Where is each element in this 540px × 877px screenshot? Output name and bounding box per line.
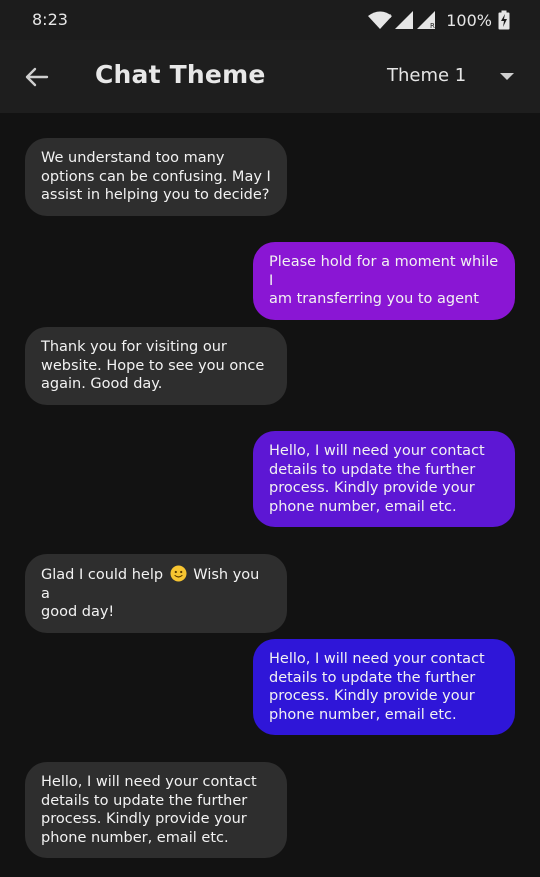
signal-roaming-icon: R	[416, 10, 438, 30]
battery-percent: 100%	[446, 10, 492, 30]
svg-text:R: R	[430, 22, 435, 30]
message-bubble-incoming: Thank you for visiting our website. Hope…	[25, 327, 287, 405]
message-bubble-outgoing: Hello, I will need your contact details …	[253, 639, 515, 735]
theme-dropdown-value: Theme 1	[387, 65, 467, 86]
page-title: Chat Theme	[95, 60, 266, 89]
dropdown-caret-icon	[500, 73, 514, 80]
wifi-icon: x	[366, 10, 394, 30]
app-bar: Chat Theme Theme 1	[0, 40, 540, 113]
message-bubble-outgoing: Please hold for a moment while I am tran…	[253, 242, 515, 320]
message-text: Glad I could help	[41, 567, 168, 583]
status-icons: x R 100%	[366, 8, 510, 32]
message-bubble-incoming: Glad I could help Wish you a good day!	[25, 554, 287, 633]
battery-charging-icon	[498, 10, 510, 30]
message-bubble-incoming: We understand too many options can be co…	[25, 138, 287, 216]
status-bar: 8:23 x R 100%	[0, 0, 540, 40]
chat-area[interactable]: We understand too many options can be co…	[0, 113, 540, 877]
signal-icon	[394, 10, 414, 30]
status-time: 8:23	[32, 10, 68, 29]
slightly-smiling-face-icon	[170, 565, 187, 582]
back-button[interactable]	[22, 62, 52, 92]
arrow-left-icon	[25, 67, 49, 87]
message-bubble-incoming: Hello, I will need your contact details …	[25, 762, 287, 858]
theme-dropdown[interactable]: Theme 1	[370, 62, 520, 92]
svg-text:x: x	[387, 12, 391, 20]
message-bubble-outgoing: Hello, I will need your contact details …	[253, 431, 515, 527]
